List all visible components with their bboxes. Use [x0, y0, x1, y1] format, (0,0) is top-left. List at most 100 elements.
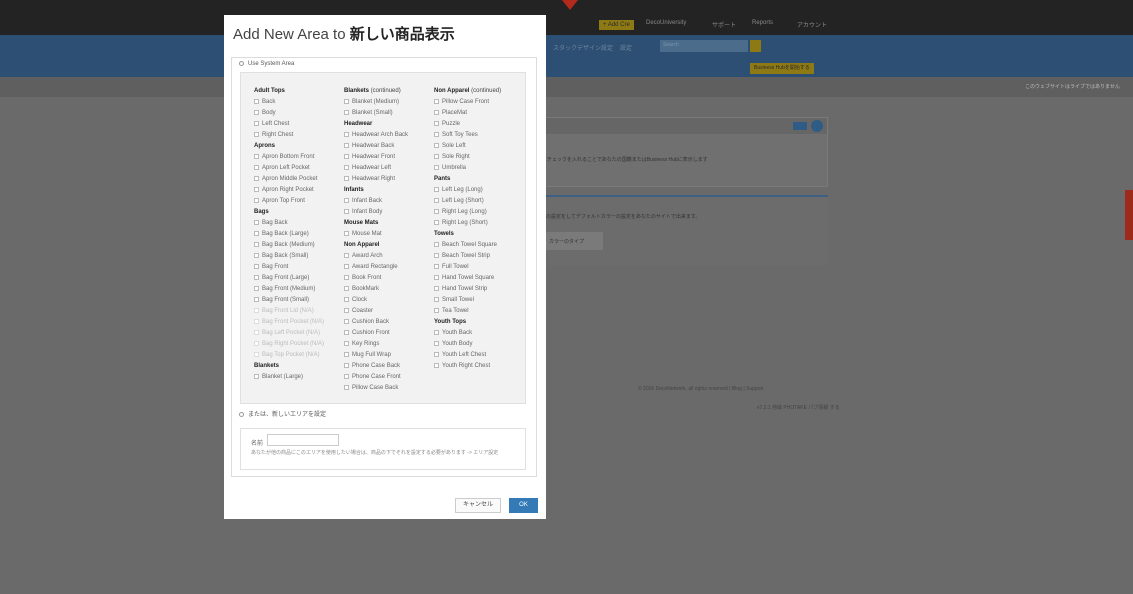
checkbox-icon[interactable]: [254, 197, 259, 203]
area-checkbox-item[interactable]: Bag Front: [254, 262, 344, 273]
area-checkbox-item[interactable]: Book Front: [344, 273, 434, 284]
checkbox-icon[interactable]: [344, 98, 349, 104]
area-checkbox-item[interactable]: Bag Front (Medium): [254, 284, 344, 295]
checkbox-icon[interactable]: [344, 175, 349, 181]
checkbox-icon[interactable]: [434, 98, 439, 104]
area-checkbox-item[interactable]: Back: [254, 97, 344, 108]
support-footer-link[interactable]: Support: [746, 386, 764, 392]
checkbox-icon[interactable]: [344, 142, 349, 148]
area-checkbox-item[interactable]: Soft Toy Tees: [434, 130, 524, 141]
area-checkbox-item[interactable]: Headwear Left: [344, 163, 434, 174]
area-checkbox-item[interactable]: PlaceMat: [434, 108, 524, 119]
checkbox-icon[interactable]: [254, 230, 259, 236]
checkbox-icon[interactable]: [434, 131, 439, 137]
search-icon[interactable]: [750, 40, 761, 52]
checkbox-icon[interactable]: [434, 219, 439, 225]
checkbox-icon[interactable]: [344, 208, 349, 214]
area-checkbox-item[interactable]: Blanket (Small): [344, 108, 434, 119]
area-checkbox-item[interactable]: Blanket (Large): [254, 372, 344, 383]
checkbox-icon[interactable]: [344, 373, 349, 379]
area-checkbox-item[interactable]: Key Rings: [344, 339, 434, 350]
blog-link[interactable]: Blog: [732, 386, 742, 392]
checkbox-icon[interactable]: [254, 131, 259, 137]
nav-settings[interactable]: 設定: [620, 43, 632, 52]
university-link[interactable]: DecoUniversity: [646, 20, 686, 26]
area-name-input[interactable]: [267, 434, 339, 446]
area-checkbox-item[interactable]: Headwear Back: [344, 141, 434, 152]
checkbox-icon[interactable]: [254, 164, 259, 170]
checkbox-icon[interactable]: [254, 175, 259, 181]
area-checkbox-item[interactable]: Apron Right Pocket: [254, 185, 344, 196]
area-checkbox-item[interactable]: Apron Top Front: [254, 196, 344, 207]
checkbox-icon[interactable]: [434, 120, 439, 126]
checkbox-icon[interactable]: [254, 241, 259, 247]
nav-search-input[interactable]: Search: [660, 40, 748, 52]
checkbox-icon[interactable]: [344, 329, 349, 335]
area-checkbox-item[interactable]: Umbrella: [434, 163, 524, 174]
area-checkbox-item[interactable]: Youth Body: [434, 339, 524, 350]
area-checkbox-item[interactable]: Pillow Case Back: [344, 383, 434, 394]
checkbox-icon[interactable]: [344, 252, 349, 258]
checkbox-icon[interactable]: [344, 318, 349, 324]
ok-button[interactable]: OK: [509, 498, 538, 513]
checkbox-icon[interactable]: [434, 274, 439, 280]
new-area-radio[interactable]: または、新しいエリアを設定: [239, 409, 326, 418]
area-checkbox-item[interactable]: Pillow Case Front: [434, 97, 524, 108]
checkbox-icon[interactable]: [344, 362, 349, 368]
area-checkbox-item[interactable]: Award Rectangle: [344, 262, 434, 273]
area-checkbox-item[interactable]: Hand Towel Square: [434, 273, 524, 284]
checkbox-icon[interactable]: [434, 351, 439, 357]
area-checkbox-item[interactable]: Small Towel: [434, 295, 524, 306]
checkbox-icon[interactable]: [434, 252, 439, 258]
area-checkbox-item[interactable]: Beach Towel Square: [434, 240, 524, 251]
area-checkbox-item[interactable]: Award Arch: [344, 251, 434, 262]
area-checkbox-item[interactable]: Bag Back (Large): [254, 229, 344, 240]
checkbox-icon[interactable]: [434, 109, 439, 115]
checkbox-icon[interactable]: [254, 219, 259, 225]
area-checkbox-item[interactable]: BookMark: [344, 284, 434, 295]
area-checkbox-item[interactable]: Full Towel: [434, 262, 524, 273]
gear-icon[interactable]: [811, 120, 823, 132]
add-credits-button[interactable]: + Add Cre: [599, 20, 634, 30]
checkbox-icon[interactable]: [254, 153, 259, 159]
checkbox-icon[interactable]: [434, 142, 439, 148]
area-checkbox-item[interactable]: Apron Middle Pocket: [254, 174, 344, 185]
area-checkbox-item[interactable]: Bag Front (Small): [254, 295, 344, 306]
feedback-tab[interactable]: [1125, 190, 1133, 240]
color-type-button[interactable]: カラーのタイプ: [541, 232, 603, 250]
checkbox-icon[interactable]: [434, 340, 439, 346]
area-checkbox-item[interactable]: Tea Towel: [434, 306, 524, 317]
checkbox-icon[interactable]: [344, 164, 349, 170]
area-checkbox-item[interactable]: Phone Case Front: [344, 372, 434, 383]
area-checkbox-item[interactable]: Bag Back (Small): [254, 251, 344, 262]
checkbox-icon[interactable]: [254, 296, 259, 302]
checkbox-icon[interactable]: [254, 120, 259, 126]
area-checkbox-item[interactable]: Bag Back (Medium): [254, 240, 344, 251]
area-checkbox-item[interactable]: Infant Body: [344, 207, 434, 218]
checkbox-icon[interactable]: [344, 263, 349, 269]
area-checkbox-item[interactable]: Sole Right: [434, 152, 524, 163]
checkbox-icon[interactable]: [434, 296, 439, 302]
area-checkbox-item[interactable]: Bag Front (Large): [254, 273, 344, 284]
checkbox-icon[interactable]: [254, 109, 259, 115]
checkbox-icon[interactable]: [344, 230, 349, 236]
checkbox-icon[interactable]: [344, 285, 349, 291]
checkbox-icon[interactable]: [434, 197, 439, 203]
area-checkbox-item[interactable]: Phone Case Back: [344, 361, 434, 372]
checkbox-icon[interactable]: [434, 263, 439, 269]
checkbox-icon[interactable]: [254, 373, 259, 379]
area-checkbox-item[interactable]: Body: [254, 108, 344, 119]
checkbox-icon[interactable]: [434, 241, 439, 247]
area-checkbox-item[interactable]: Left Chest: [254, 119, 344, 130]
checkbox-icon[interactable]: [434, 186, 439, 192]
checkbox-icon[interactable]: [434, 329, 439, 335]
account-link[interactable]: アカウント: [797, 20, 827, 29]
business-hub-button[interactable]: Business Hubを開始する: [750, 63, 814, 74]
area-checkbox-item[interactable]: Youth Left Chest: [434, 350, 524, 361]
checkbox-icon[interactable]: [254, 274, 259, 280]
checkbox-icon[interactable]: [344, 197, 349, 203]
checkbox-icon[interactable]: [344, 131, 349, 137]
area-checkbox-item[interactable]: Blanket (Medium): [344, 97, 434, 108]
area-checkbox-item[interactable]: Cushion Back: [344, 317, 434, 328]
checkbox-icon[interactable]: [434, 153, 439, 159]
